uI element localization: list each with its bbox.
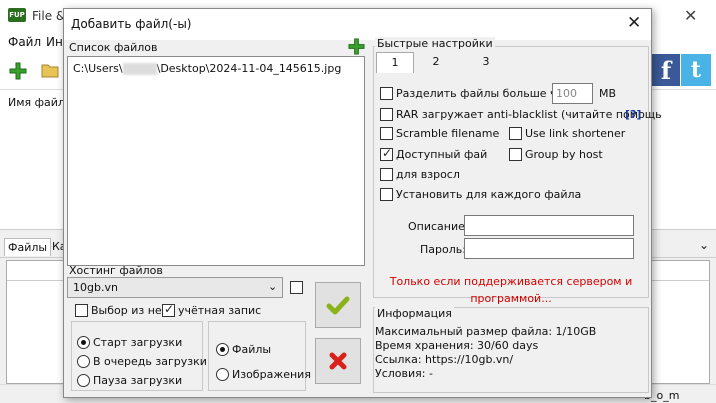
chevron-down-icon: ⌄: [268, 280, 278, 293]
available-file-label: Доступный фай: [396, 148, 488, 161]
dialog-close-icon[interactable]: ✕: [627, 13, 641, 33]
split-files-label: Разделить файлы больше че: [396, 87, 564, 100]
per-file-label: Установить для каждого файла: [396, 188, 582, 201]
app-logo-icon: FUP: [8, 8, 26, 22]
group-by-host-checkbox[interactable]: [509, 148, 522, 161]
radio-queue-upload-label: В очередь загрузки: [93, 355, 207, 368]
menu-tools[interactable]: Ин: [46, 35, 63, 49]
rar-anti-blacklist-checkbox[interactable]: [380, 108, 393, 121]
radio-files-label: Файлы: [232, 343, 272, 356]
facebook-icon[interactable]: f: [652, 54, 680, 86]
tab-1[interactable]: 1: [376, 52, 414, 73]
tab-3[interactable]: 3: [476, 52, 496, 73]
file-path-prefix: C:\Users\: [73, 62, 123, 75]
ok-button[interactable]: [315, 282, 361, 328]
password-input[interactable]: [464, 238, 634, 259]
description-label: Описание:: [408, 220, 469, 233]
info-terms: Условия: -: [375, 367, 433, 380]
file-path-suffix: \Desktop\2024-11-04_145615.jpg: [156, 62, 342, 75]
double-chevron-down-icon[interactable]: ⌄: [699, 238, 709, 252]
scramble-filename-label: Scramble filename: [396, 127, 500, 140]
tab-files[interactable]: Файлы: [4, 238, 52, 256]
rar-anti-blacklist-label: RAR загружает anti-blacklist (читайте по…: [396, 108, 662, 121]
link-shortener-checkbox[interactable]: [509, 127, 522, 140]
adult-checkbox[interactable]: [380, 168, 393, 181]
dialog-title: Добавить файл(-ы): [71, 17, 192, 31]
info-max-size: Максимальный размер файла: 1/10GB: [375, 325, 597, 338]
hosting-select[interactable]: 10gb.vn ⌄: [67, 277, 283, 298]
red-x-icon: [329, 352, 347, 370]
description-input[interactable]: [464, 215, 634, 236]
folder-icon[interactable]: [41, 62, 59, 78]
file-list[interactable]: C:\Users\ \Desktop\2024-11-04_145615.jpg: [67, 56, 365, 266]
hosting-label: Хостинг файлов: [69, 264, 163, 277]
twitter-icon[interactable]: t: [681, 54, 711, 86]
per-file-checkbox[interactable]: [380, 188, 393, 201]
hosting-extra-checkbox[interactable]: [290, 281, 303, 294]
radio-start-upload-label: Старт загрузки: [93, 336, 183, 349]
info-retention: Время хранения: 30/60 days: [375, 339, 539, 352]
radio-pause-upload[interactable]: [77, 374, 90, 387]
link-shortener-label: Use link shortener: [525, 127, 626, 140]
main-close-icon[interactable]: ✕: [684, 6, 697, 25]
server-support-note: Только если поддерживается сервером и пр…: [389, 275, 633, 305]
add-file-plus-icon[interactable]: [348, 38, 365, 55]
help-link[interactable]: [?]: [625, 108, 641, 121]
cancel-button[interactable]: [315, 338, 361, 384]
add-files-dialog: Добавить файл(-ы) ✕ Список файлов C:\Use…: [63, 8, 662, 398]
check-icon: [326, 296, 350, 315]
radio-images-label: Изображения: [232, 368, 311, 381]
main-window-title: File &: [32, 9, 66, 23]
choose-from-label: Выбор из нес: [91, 304, 168, 317]
account-checkbox[interactable]: [162, 302, 175, 317]
choose-from-checkbox[interactable]: [75, 304, 88, 317]
adult-label: для взросл: [396, 168, 460, 181]
radio-start-upload[interactable]: [77, 336, 90, 349]
account-label: учётная запис: [178, 304, 262, 317]
split-size-input[interactable]: 100: [552, 83, 593, 104]
quick-settings-label: Быстрые настройки: [375, 37, 495, 50]
hosting-selected-value: 10gb.vn: [73, 281, 118, 294]
split-size-unit: MB: [599, 87, 617, 100]
file-list-item[interactable]: C:\Users\ \Desktop\2024-11-04_145615.jpg: [73, 62, 341, 75]
menu-file[interactable]: Файл: [8, 35, 41, 49]
radio-files[interactable]: [216, 343, 229, 356]
redacted-username: [122, 63, 157, 75]
scramble-filename-checkbox[interactable]: [380, 127, 393, 140]
available-file-checkbox[interactable]: [380, 146, 393, 161]
group-by-host-label: Group by host: [525, 148, 603, 161]
radio-pause-upload-label: Пауза загрузки: [93, 374, 183, 387]
split-files-checkbox[interactable]: [380, 87, 393, 100]
radio-queue-upload[interactable]: [77, 355, 90, 368]
radio-images[interactable]: [216, 368, 229, 381]
tab-2[interactable]: 2: [426, 52, 446, 73]
plus-icon[interactable]: [9, 62, 27, 80]
password-label: Пароль:: [420, 243, 466, 256]
info-link: Ссылка: https://10gb.vn/: [375, 353, 514, 366]
info-label: Информация: [375, 307, 454, 320]
file-list-label: Список файлов: [69, 41, 158, 54]
